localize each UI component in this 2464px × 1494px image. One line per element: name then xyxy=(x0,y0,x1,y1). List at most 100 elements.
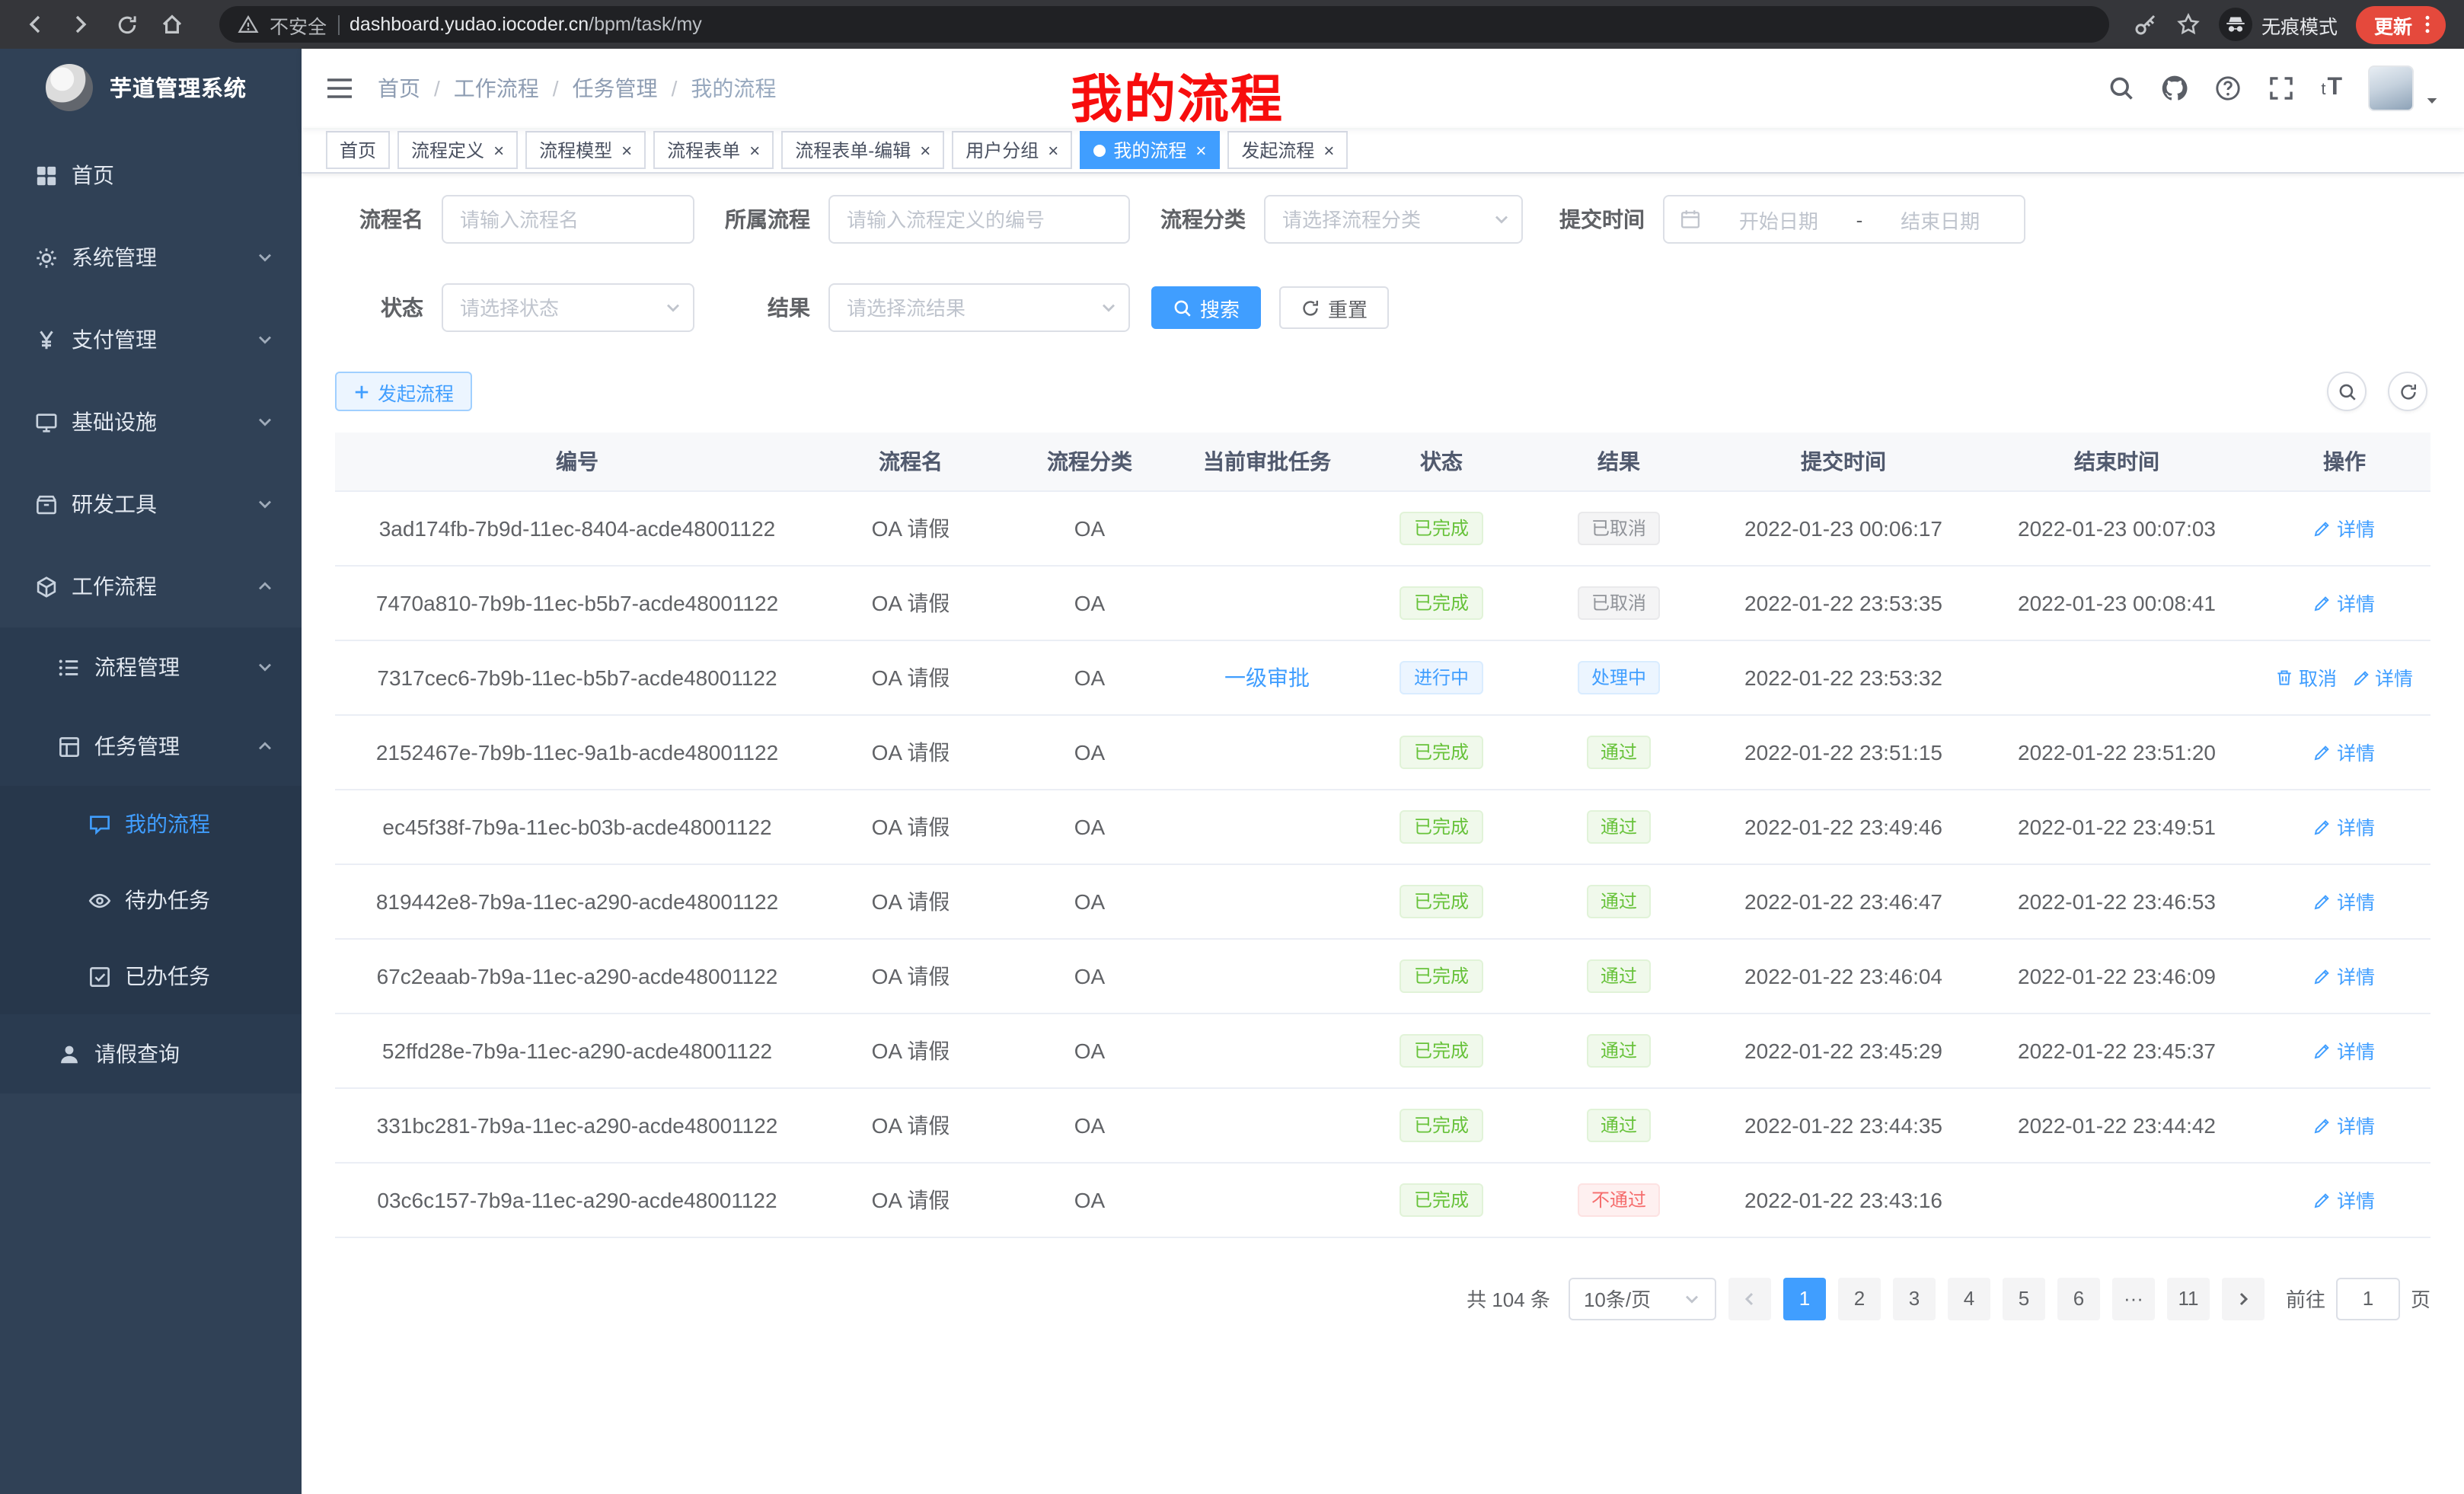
detail-link[interactable]: 详情 xyxy=(2314,961,2375,990)
close-icon[interactable]: × xyxy=(1323,141,1334,159)
tab-label: 发起流程 xyxy=(1241,137,1314,163)
sidebar-item-label: 待办任务 xyxy=(125,885,302,915)
detail-link[interactable]: 详情 xyxy=(2314,588,2375,617)
tab-start-process[interactable]: 发起流程 × xyxy=(1227,131,1348,169)
detail-link[interactable]: 详情 xyxy=(2314,737,2375,766)
cancel-link[interactable]: 取消 xyxy=(2276,662,2337,691)
table-row: 7470a810-7b9b-11ec-b5b7-acde48001122OA 请… xyxy=(335,565,2430,640)
sidebar-item-devtools[interactable]: 研发工具 xyxy=(0,463,302,545)
detail-link[interactable]: 详情 xyxy=(2314,1110,2375,1139)
sidebar-item-done-task[interactable]: 已办任务 xyxy=(0,938,302,1014)
category-select-input[interactable] xyxy=(1264,195,1523,244)
submit-time-range-picker[interactable]: 开始日期 - 结束日期 xyxy=(1663,195,2025,244)
next-page-button[interactable] xyxy=(2222,1277,2265,1320)
result-select[interactable] xyxy=(828,283,1130,332)
process-name-input[interactable] xyxy=(442,195,694,244)
close-icon[interactable]: × xyxy=(1195,141,1206,159)
more-pages-button[interactable]: ··· xyxy=(2112,1277,2155,1320)
page-button-2[interactable]: 2 xyxy=(1838,1277,1881,1320)
breadcrumb-item[interactable]: 任务管理 xyxy=(573,73,658,104)
page-size-select[interactable]: 10条/页 xyxy=(1569,1277,1716,1320)
end-date-placeholder[interactable]: 结束日期 xyxy=(1872,205,2009,234)
avatar-caret-icon[interactable] xyxy=(2424,93,2440,108)
browser-forward-button[interactable] xyxy=(61,5,101,44)
browser-back-button[interactable] xyxy=(15,5,55,44)
reload-icon xyxy=(115,13,138,36)
reset-button[interactable]: 重置 xyxy=(1279,286,1389,329)
kebab-menu-icon[interactable] xyxy=(2417,14,2438,35)
tab-label: 首页 xyxy=(340,137,376,163)
detail-link[interactable]: 详情 xyxy=(2314,1036,2375,1065)
prev-page-button[interactable] xyxy=(1728,1277,1771,1320)
tab-process-model[interactable]: 流程模型× xyxy=(525,131,646,169)
search-icon[interactable] xyxy=(2108,75,2135,102)
font-size-icon[interactable]: tT xyxy=(2321,75,2342,102)
detail-link[interactable]: 详情 xyxy=(2314,1185,2375,1214)
sidebar-item-label: 我的流程 xyxy=(125,809,302,839)
status-select-input[interactable] xyxy=(442,283,694,332)
tab-user-group[interactable]: 用户分组× xyxy=(952,131,1072,169)
goto-page-input[interactable] xyxy=(2336,1277,2400,1320)
toggle-search-button[interactable] xyxy=(2327,372,2367,411)
url-bar[interactable]: 不安全 dashboard.yudao.iocoder.cn/bpm/task/… xyxy=(219,6,2109,43)
cell-end-time: 2022-01-22 23:44:42 xyxy=(1975,1087,2258,1162)
browser-home-button[interactable] xyxy=(152,5,192,44)
search-button[interactable]: 搜索 xyxy=(1151,286,1261,329)
breadcrumb-item[interactable]: 工作流程 xyxy=(454,73,539,104)
close-icon[interactable]: × xyxy=(920,141,930,159)
page-button-5[interactable]: 5 xyxy=(2003,1277,2045,1320)
tab-process-form-edit[interactable]: 流程表单-编辑× xyxy=(781,131,944,169)
page-button-6[interactable]: 6 xyxy=(2057,1277,2100,1320)
sidebar-item-my-process[interactable]: 我的流程 xyxy=(0,786,302,862)
avatar[interactable] xyxy=(2368,65,2414,111)
category-select[interactable] xyxy=(1264,195,1523,244)
status-select[interactable] xyxy=(442,283,694,332)
sidebar-item-todo-task[interactable]: 待办任务 xyxy=(0,862,302,938)
create-process-button[interactable]: 发起流程 xyxy=(335,372,472,411)
cell-category: OA xyxy=(1002,789,1177,864)
breadcrumb-item[interactable]: 首页 xyxy=(378,73,420,104)
result-tag: 通过 xyxy=(1587,1108,1651,1141)
sidebar-item-home[interactable]: 首页 xyxy=(0,134,302,216)
detail-link[interactable]: 详情 xyxy=(2314,886,2375,915)
sidebar-item-leave-query[interactable]: 请假查询 xyxy=(0,1014,302,1093)
tab-home[interactable]: 首页 xyxy=(326,131,390,169)
browser-reload-button[interactable] xyxy=(107,5,146,44)
task-link[interactable]: 一级审批 xyxy=(1224,665,1310,689)
sidebar-item-infrastructure[interactable]: 基础设施 xyxy=(0,381,302,463)
sidebar-item-task-management[interactable]: 任务管理 xyxy=(0,707,302,786)
github-icon[interactable] xyxy=(2161,75,2188,102)
password-key-icon[interactable] xyxy=(2134,12,2158,37)
close-icon[interactable]: × xyxy=(621,141,632,159)
sidebar-toggle-button[interactable] xyxy=(326,75,353,102)
detail-link[interactable]: 详情 xyxy=(2352,662,2413,691)
close-icon[interactable]: × xyxy=(749,141,760,159)
result-select-input[interactable] xyxy=(828,283,1130,332)
page-button-3[interactable]: 3 xyxy=(1893,1277,1936,1320)
close-icon[interactable]: × xyxy=(1048,141,1058,159)
tab-my-process[interactable]: 我的流程× xyxy=(1080,131,1220,169)
refresh-table-button[interactable] xyxy=(2388,372,2427,411)
tabs-bar: 首页流程定义×流程模型×流程表单×流程表单-编辑×用户分组×我的流程× 发起流程 × xyxy=(302,128,2464,174)
close-icon[interactable]: × xyxy=(493,141,504,159)
bookmark-star-icon[interactable] xyxy=(2176,12,2201,37)
sidebar-item-system[interactable]: 系统管理 xyxy=(0,216,302,298)
tab-process-form[interactable]: 流程表单× xyxy=(653,131,774,169)
url-text[interactable]: dashboard.yudao.iocoder.cn/bpm/task/my xyxy=(349,14,702,35)
security-label[interactable]: 不安全 xyxy=(270,10,327,39)
sidebar-item-process-management[interactable]: 流程管理 xyxy=(0,627,302,707)
update-button[interactable]: 更新 xyxy=(2356,5,2446,43)
page-button-4[interactable]: 4 xyxy=(1948,1277,1990,1320)
sidebar-item-workflow[interactable]: 工作流程 xyxy=(0,545,302,627)
detail-link[interactable]: 详情 xyxy=(2314,812,2375,841)
help-icon[interactable] xyxy=(2214,75,2242,102)
result-tag: 不通过 xyxy=(1578,1183,1660,1216)
fullscreen-icon[interactable] xyxy=(2268,75,2295,102)
sidebar-item-payment[interactable]: 支付管理 xyxy=(0,298,302,381)
page-button-11[interactable]: 11 xyxy=(2167,1277,2210,1320)
detail-link[interactable]: 详情 xyxy=(2314,513,2375,542)
page-button-1[interactable]: 1 xyxy=(1783,1277,1826,1320)
tab-process-definition[interactable]: 流程定义× xyxy=(397,131,518,169)
start-date-placeholder[interactable]: 开始日期 xyxy=(1710,205,1847,234)
process-definition-input[interactable] xyxy=(828,195,1130,244)
